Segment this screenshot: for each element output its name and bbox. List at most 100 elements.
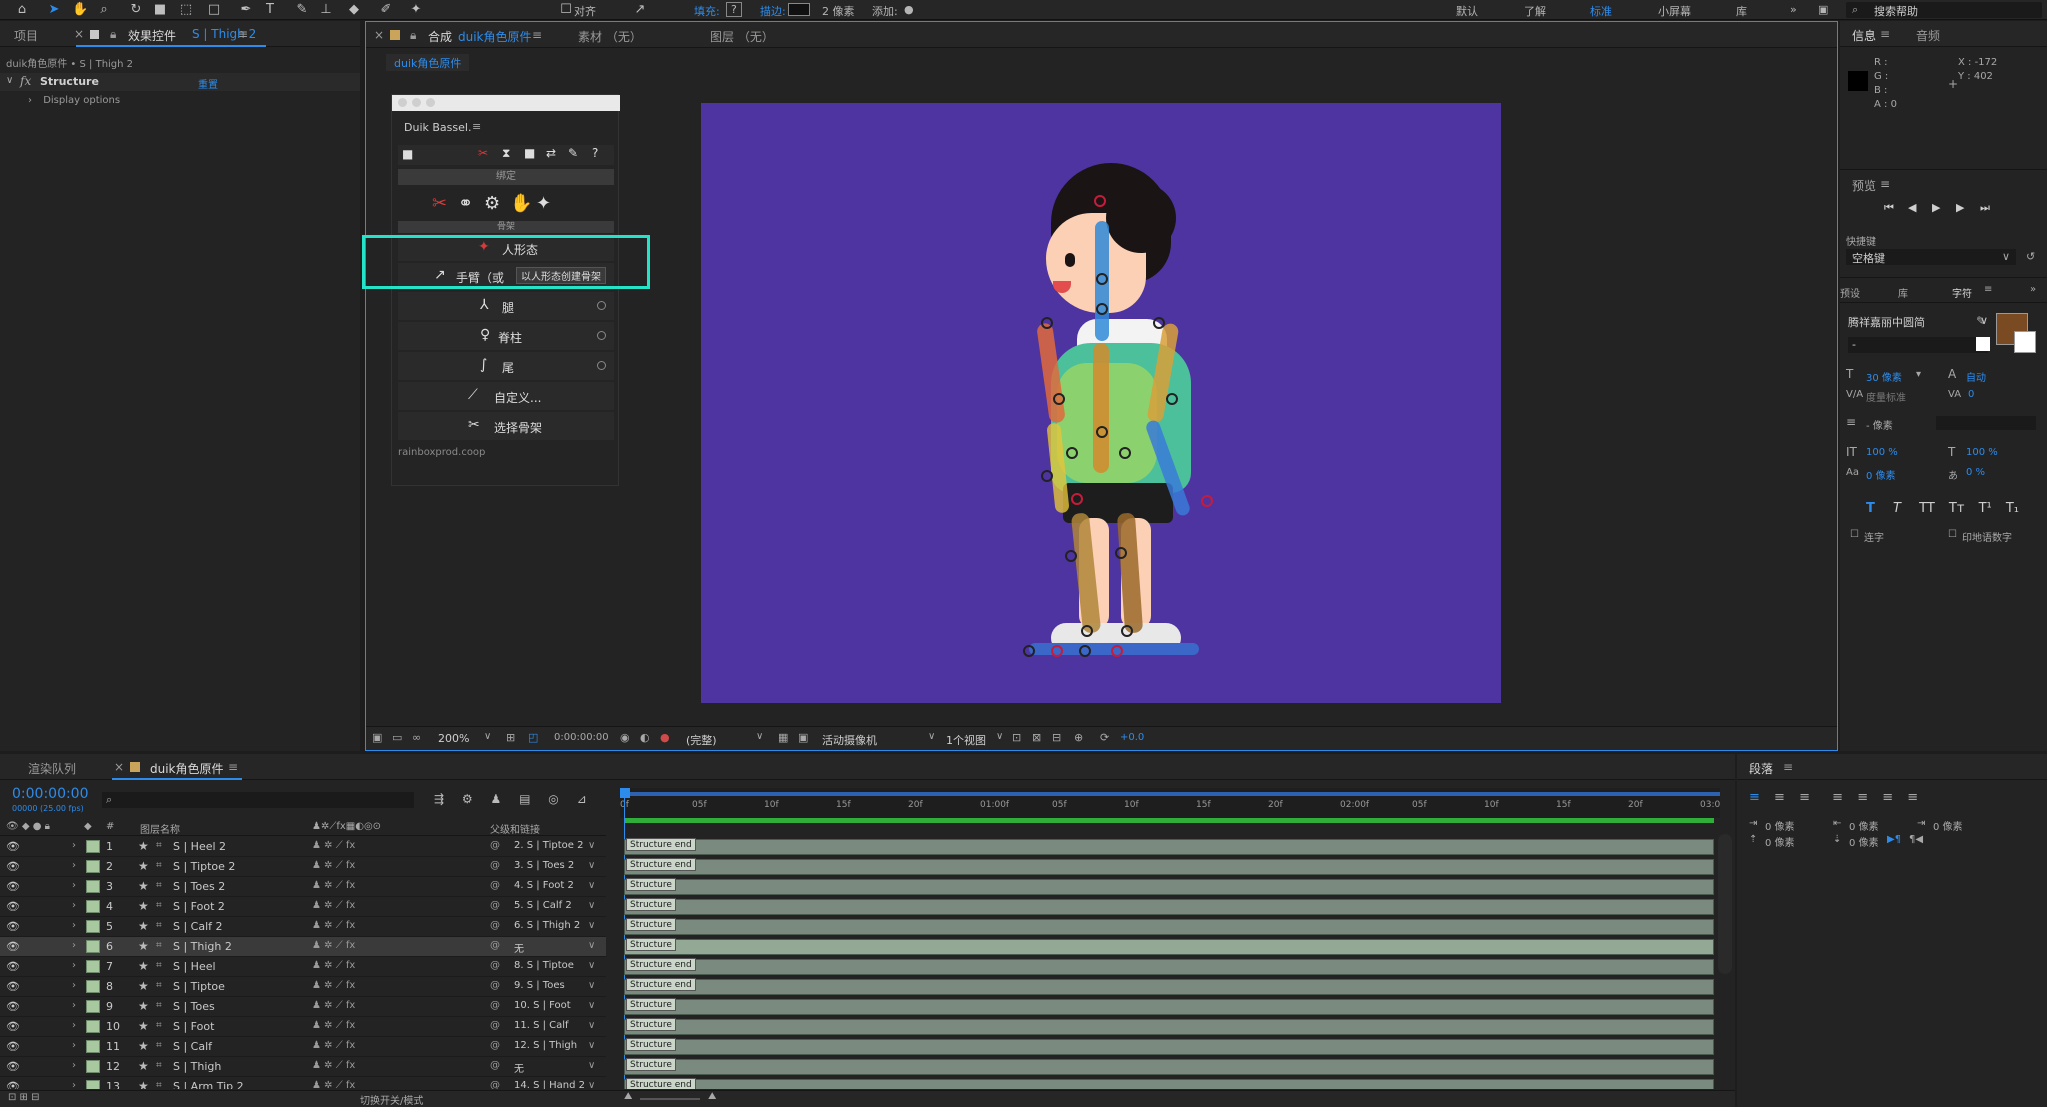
joint-knee[interactable] <box>1065 550 1077 562</box>
parent-header[interactable]: 父级和链接 <box>490 821 540 836</box>
layer-switches[interactable]: ♟ ✲ ⟋ fx <box>312 880 355 891</box>
expand-icon[interactable]: › <box>72 900 76 911</box>
label-color-swatch[interactable] <box>86 1020 100 1033</box>
last-frame-icon[interactable]: ⏭ <box>1980 201 1990 215</box>
pickwhip-icon[interactable]: @ <box>490 960 500 971</box>
hscale-value[interactable]: 100 % <box>1966 447 1998 458</box>
eye-icon[interactable]: 👁︎ <box>6 1020 20 1033</box>
workspace-library[interactable]: 库 <box>1736 3 1747 19</box>
layer-switches[interactable]: ♟ ✲ ⟋ fx <box>312 860 355 871</box>
duik-armature-icon[interactable]: ✂ <box>432 193 447 214</box>
region-icon[interactable]: ◰ <box>528 731 538 744</box>
rtl-direction-icon[interactable]: ¶◀ <box>1909 834 1923 845</box>
layer-switches[interactable]: ♟ ✲ ⟋ fx <box>312 940 355 951</box>
joint-head[interactable] <box>1094 195 1106 207</box>
camera-dropdown[interactable]: 活动摄像机 <box>822 732 877 748</box>
panel-menu-icon[interactable]: ≡ <box>1783 760 1793 774</box>
layer-switches[interactable]: ♟ ✲ ⟋ fx <box>312 840 355 851</box>
joint-chest[interactable] <box>1096 303 1108 315</box>
layer-name[interactable]: S | Toes 2 <box>173 880 225 893</box>
parent-dropdown[interactable]: 11. S | Calf <box>514 1020 569 1031</box>
layer-name[interactable]: S | Calf 2 <box>173 920 223 933</box>
joint-heel[interactable] <box>1023 645 1035 657</box>
justify-left-button[interactable]: ≡ <box>1832 790 1843 805</box>
collapse-icon[interactable]: ∨ <box>6 75 13 86</box>
duik-menu-icon[interactable]: ≡ <box>472 120 481 133</box>
vscale-value[interactable]: 100 % <box>1866 447 1898 458</box>
vr-icon[interactable]: ∞ <box>412 731 421 744</box>
toggle-pixel-icon[interactable]: ⊡ <box>1012 731 1021 744</box>
expand-icon[interactable]: › <box>72 1080 76 1089</box>
resolution-icon[interactable]: ⊞ <box>506 731 515 744</box>
joint-hip[interactable] <box>1066 447 1078 459</box>
eye-icon[interactable]: 👁︎ <box>6 1000 20 1013</box>
fast-preview-icon[interactable]: ⊠ <box>1032 731 1041 744</box>
parent-dropdown[interactable]: 12. S | Thigh <box>514 1040 577 1051</box>
quality-dropdown[interactable]: (完整) <box>686 732 717 748</box>
eye-icon[interactable]: 👁︎ <box>6 1080 20 1089</box>
joint-hand-2[interactable] <box>1201 495 1213 507</box>
duik-wrench-icon[interactable]: ✎ <box>568 146 578 160</box>
graph-editor-icon[interactable]: ⊿ <box>577 792 587 806</box>
layer-row[interactable]: 👁︎ › 1 ★ ⌗ S | Heel 2 ♟ ✲ ⟋ fx @2. S | Tiptoe 2… <box>0 837 606 857</box>
superscript-button[interactable]: T¹ <box>1979 501 1992 516</box>
baseline-value[interactable]: 0 像素 <box>1866 467 1896 482</box>
align-center-button[interactable]: ≡ <box>1774 790 1785 805</box>
zoom-out-icon[interactable]: ⛰ <box>624 1091 632 1102</box>
duik-ik-icon[interactable]: ✦ <box>536 193 551 214</box>
timeline-zoom-slider[interactable] <box>640 1098 700 1100</box>
eraser-tool-icon[interactable]: ◆ <box>346 2 362 18</box>
layer-duration-bar[interactable] <box>624 1019 1714 1035</box>
duik-hourglass-icon[interactable]: ⧗ <box>502 146 510 161</box>
panel-menu-icon[interactable]: ≡ <box>1880 27 1890 41</box>
pickwhip-icon[interactable]: @ <box>490 860 500 871</box>
label-color-swatch[interactable] <box>86 880 100 893</box>
joint-elbow-2[interactable] <box>1166 393 1178 405</box>
panel-menu-icon[interactable]: ≡ <box>238 27 248 41</box>
layer-duration-bar[interactable] <box>624 899 1714 915</box>
workspace-standard[interactable]: 标准 <box>1590 3 1612 19</box>
expand-icon[interactable]: › <box>72 960 76 971</box>
expand-icon[interactable]: › <box>72 1020 76 1031</box>
layer-switches[interactable]: ♟ ✲ ⟋ fx <box>312 1080 355 1089</box>
window-minimize-button[interactable] <box>412 98 421 107</box>
frame-blend-icon[interactable]: ▤ <box>519 792 530 806</box>
label-color-swatch[interactable] <box>86 1060 100 1073</box>
layer-name[interactable]: S | Foot 2 <box>173 900 225 913</box>
loop-icon[interactable]: ↺ <box>2026 250 2035 263</box>
timeline-scrollbar[interactable] <box>1718 834 1732 974</box>
layer-switches[interactable]: ♟ ✲ ⟋ fx <box>312 900 355 911</box>
prev-frame-icon[interactable]: ◀ <box>1908 201 1916 214</box>
close-icon[interactable]: × <box>74 27 84 41</box>
parent-dropdown[interactable]: 10. S | Foot <box>514 1000 571 1011</box>
pickwhip-icon[interactable]: @ <box>490 980 500 991</box>
duik-spine-button[interactable]: ♀ 脊柱 <box>398 322 614 350</box>
layer-row[interactable]: 👁︎ › 5 ★ ⌗ S | Calf 2 ♟ ✲ ⟋ fx @6. S | Thigh 2 ∨ <box>0 917 606 937</box>
panel-menu-icon[interactable]: ≡ <box>1984 284 1992 295</box>
layer-row[interactable]: 👁︎ › 2 ★ ⌗ S | Tiptoe 2 ♟ ✲ ⟋ fx @3. S | Toes 2… <box>0 857 606 877</box>
pickwhip-icon[interactable]: @ <box>490 880 500 891</box>
tail-radio[interactable] <box>597 361 606 370</box>
layer-name[interactable]: S | Heel 2 <box>173 840 226 853</box>
expand-icon[interactable]: › <box>72 920 76 931</box>
layer-name[interactable]: S | Tiptoe 2 <box>173 860 235 873</box>
clone-tool-icon[interactable]: ⊥ <box>318 2 334 18</box>
joint-pelvis[interactable] <box>1096 426 1108 438</box>
panel-menu-icon[interactable]: ≡ <box>1880 177 1890 191</box>
joint-tiptoe-2[interactable] <box>1111 645 1123 657</box>
camera-tool-icon[interactable]: ■ <box>152 2 168 18</box>
time-ruler[interactable]: 0f05f10f15f20f01:00f05f10f15f20f02:00f05… <box>620 788 1720 818</box>
layer-row[interactable]: 👁︎ › 13 ★ ⌗ S | Arm Tip 2 ♟ ✲ ⟋ fx @14. S | Han… <box>0 1077 606 1089</box>
subscript-button[interactable]: T₁ <box>2006 501 2019 516</box>
align-left-button[interactable]: ≡ <box>1749 790 1760 805</box>
fill-swatch[interactable]: ? <box>726 2 742 17</box>
reset-link[interactable]: 重置 <box>198 76 218 91</box>
pickwhip-icon[interactable]: @ <box>490 920 500 931</box>
layer-switches[interactable]: ♟ ✲ ⟋ fx <box>312 1040 355 1051</box>
layer-switches[interactable]: ♟ ✲ ⟋ fx <box>312 980 355 991</box>
expand-icon[interactable]: › <box>72 880 76 891</box>
toggle-switches-modes[interactable]: 切换开关/模式 <box>360 1092 423 1107</box>
joint-shoulder-2[interactable] <box>1153 317 1165 329</box>
always-preview-icon[interactable]: ▣ <box>372 731 382 744</box>
stroke-width-value[interactable]: - 像素 <box>1866 417 1893 432</box>
